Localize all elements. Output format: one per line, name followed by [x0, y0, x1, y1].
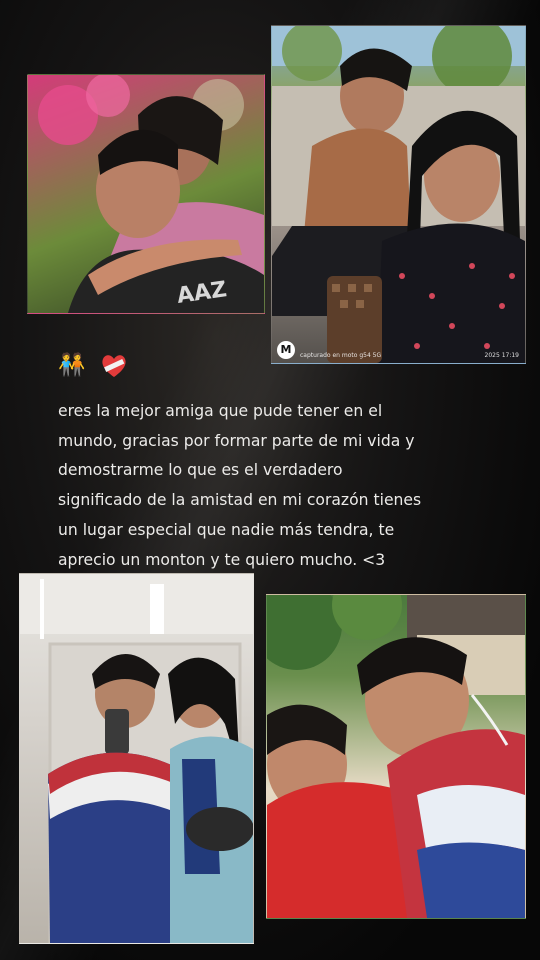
photo-bench-selfie: M capturado en moto g54 5G 2025 17:19: [271, 25, 526, 364]
photo-timestamp: 2025 17:19: [484, 352, 519, 359]
friendship-message: eres la mejor amiga que pude tener en el…: [58, 402, 422, 569]
bandaged-heart-icon: [102, 355, 126, 377]
motorola-logo-icon: M: [277, 341, 295, 359]
emoji-row: 🧑‍🤝‍🧑: [58, 352, 128, 380]
people-holding-hands-icon: 🧑‍🤝‍🧑: [58, 353, 88, 378]
photo-mirror-selfie: [19, 573, 254, 944]
camera-watermark: capturado en moto g54 5G: [300, 352, 382, 359]
photo-outdoor-selfie: [266, 594, 526, 919]
photo-hug-flowers: AAZ: [27, 74, 265, 314]
